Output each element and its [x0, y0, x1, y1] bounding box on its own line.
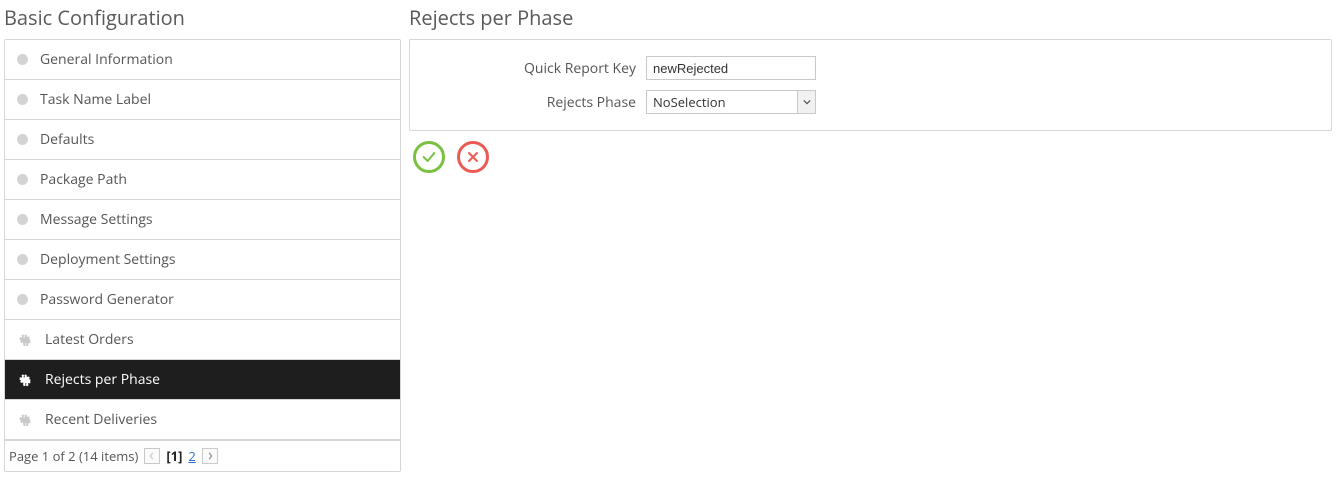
nav-item-label: General Information — [40, 50, 173, 69]
bullet-icon — [17, 174, 28, 185]
nav-item-package-path[interactable]: Package Path — [5, 160, 400, 200]
nav-item-label: Task Name Label — [40, 90, 151, 109]
nav-item-deployment-settings[interactable]: Deployment Settings — [5, 240, 400, 280]
nav-item-label: Latest Orders — [45, 330, 134, 349]
quick-report-key-label: Quick Report Key — [426, 59, 646, 78]
bullet-icon — [17, 134, 28, 145]
pager-current-page: [1] — [166, 447, 182, 465]
nav-item-label: Deployment Settings — [40, 250, 176, 269]
nav-item-password-generator[interactable]: Password Generator — [5, 280, 400, 320]
rejects-phase-select[interactable]: NoSelection — [646, 90, 816, 114]
nav-item-label: Rejects per Phase — [45, 370, 160, 389]
action-bar — [409, 141, 1332, 173]
left-pane-title: Basic Configuration — [4, 4, 401, 31]
pager-prev-button[interactable] — [144, 448, 160, 464]
pager: Page 1 of 2 (14 items) [1] 2 — [5, 440, 400, 471]
rejects-phase-label: Rejects Phase — [426, 93, 646, 112]
puzzle-icon — [17, 332, 33, 348]
form-panel: Quick Report Key Rejects Phase NoSelecti… — [409, 39, 1332, 131]
puzzle-icon — [17, 412, 33, 428]
nav-item-rejects-per-phase[interactable]: Rejects per Phase — [5, 360, 400, 400]
bullet-icon — [17, 214, 28, 225]
nav-item-label: Message Settings — [40, 210, 153, 229]
nav-item-task-name-label[interactable]: Task Name Label — [5, 80, 400, 120]
cancel-button[interactable] — [457, 141, 489, 173]
nav-item-latest-orders[interactable]: Latest Orders — [5, 320, 400, 360]
nav-item-general-information[interactable]: General Information — [5, 40, 400, 80]
nav-item-message-settings[interactable]: Message Settings — [5, 200, 400, 240]
bullet-icon — [17, 254, 28, 265]
close-icon — [465, 149, 481, 165]
chevron-down-icon — [797, 91, 815, 113]
right-pane-title: Rejects per Phase — [409, 4, 1332, 31]
config-nav: General Information Task Name Label Defa… — [4, 39, 401, 472]
nav-item-label: Recent Deliveries — [45, 410, 157, 429]
bullet-icon — [17, 294, 28, 305]
check-icon — [421, 149, 437, 165]
pager-page-2[interactable]: 2 — [188, 447, 195, 465]
confirm-button[interactable] — [413, 141, 445, 173]
pager-summary: Page 1 of 2 (14 items) — [9, 447, 138, 465]
bullet-icon — [17, 54, 28, 65]
rejects-phase-value: NoSelection — [647, 93, 797, 111]
nav-item-label: Defaults — [40, 130, 94, 149]
pager-next-button[interactable] — [202, 448, 218, 464]
quick-report-key-input[interactable] — [646, 56, 816, 80]
nav-item-label: Password Generator — [40, 290, 174, 309]
nav-item-recent-deliveries[interactable]: Recent Deliveries — [5, 400, 400, 440]
puzzle-icon — [17, 372, 33, 388]
bullet-icon — [17, 94, 28, 105]
nav-item-defaults[interactable]: Defaults — [5, 120, 400, 160]
nav-item-label: Package Path — [40, 170, 127, 189]
